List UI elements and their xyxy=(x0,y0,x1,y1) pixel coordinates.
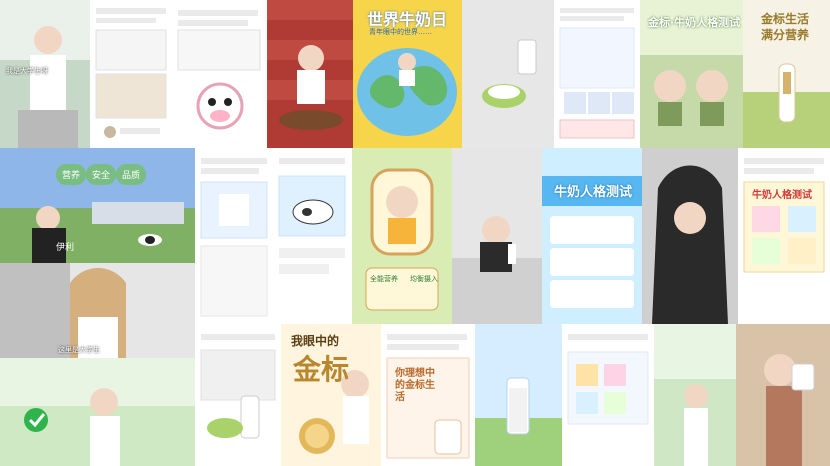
world-milk-day-subtitle: 青年眼中的世界…… xyxy=(369,28,432,36)
badge-quality: 品质 xyxy=(116,164,147,185)
badge-safety: 安全 xyxy=(86,164,117,185)
video-caption: 这里是大学生 xyxy=(58,346,100,354)
tile-world-milk-day: 世界牛奶日 青年眼中的世界…… xyxy=(353,0,462,148)
tile-ideal-gold-life: 你理想中的金标生活 xyxy=(381,324,475,466)
tile-milk-pour-photo xyxy=(462,0,554,148)
tile-student-green-check xyxy=(0,358,195,466)
golden-in-eyes-title: 我眼中的 xyxy=(291,334,340,348)
tile-stickers-post xyxy=(562,324,654,466)
badge-nutrition: 营养 xyxy=(56,164,87,185)
tag-nutrition: 全能营养 xyxy=(370,275,398,283)
gold-life-title: 金标生活 xyxy=(761,12,810,26)
tile-social-post xyxy=(554,0,640,148)
gold-life-subtitle: 满分营养 xyxy=(761,28,810,42)
tile-gold-life-ad: 金标生活 满分营养 xyxy=(743,0,830,148)
tile-cow-post xyxy=(273,148,352,324)
tile-milk-personality-3: 牛奶人格测试 xyxy=(738,148,830,324)
tile-milk-personality-1: 金标·牛奶人格测试 xyxy=(640,0,743,148)
tile-outdoor-girl xyxy=(654,324,736,466)
milk-personality-title-3: 牛奶人格测试 xyxy=(752,190,812,201)
tile-post-cartoon-cow xyxy=(172,0,267,148)
golden-big-title: 金标 xyxy=(293,353,350,386)
tile-closeup-drink xyxy=(736,324,830,466)
tile-golden-poster: 我眼中的 金标 xyxy=(281,324,381,466)
ideal-gold-life-title: 你理想中的金标生活 xyxy=(395,368,435,403)
tile-glass-milk-illustration xyxy=(475,324,562,466)
tile-red-wall-girl xyxy=(267,0,353,148)
tile-social-post-2 xyxy=(195,324,281,466)
tile-portrait-hair xyxy=(642,148,738,324)
tile-student-drinking xyxy=(452,148,542,324)
milk-personality-title-1: 金标·牛奶人格测试 xyxy=(648,16,741,29)
video-caption: 我是大学生呀 xyxy=(6,67,48,75)
collage: 我是大学生呀 世界牛奶日 青年眼中的世界…… 金标·牛奶人格测试 金标生活 满分… xyxy=(0,0,830,466)
brand-label: 伊利 xyxy=(56,243,75,253)
tile-chat-cards xyxy=(195,148,273,324)
tile-student-portrait: 我是大学生呀 xyxy=(0,0,90,148)
tile-post-cards xyxy=(90,0,172,148)
milk-personality-title-2: 牛奶人格测试 xyxy=(554,185,633,200)
tile-vlogger: 这里是大学生 xyxy=(0,263,195,358)
tile-character-cup: 全能营养 均衡摄入 xyxy=(352,148,452,324)
tag-balance: 均衡摄入 xyxy=(410,275,438,283)
tile-field-host: 营养 安全 品质 伊利 xyxy=(0,148,195,263)
tile-milk-personality-2: 牛奶人格测试 xyxy=(542,148,642,324)
